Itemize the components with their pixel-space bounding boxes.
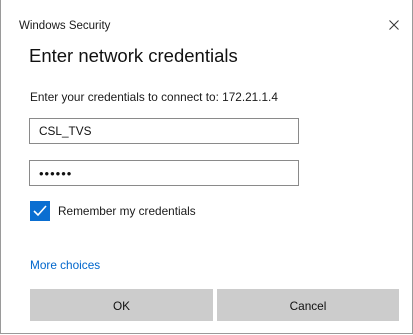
username-field-box [29,118,299,144]
cancel-button[interactable]: Cancel [217,289,399,321]
credentials-dialog: Windows Security Enter network credentia… [0,0,413,334]
checkbox-checked[interactable] [30,201,50,221]
password-field-box [29,160,299,186]
ok-button[interactable]: OK [30,289,213,321]
window-title: Windows Security [19,20,111,32]
password-input[interactable] [30,161,298,185]
dialog-description: Enter your credentials to connect to: 17… [30,90,278,104]
close-icon [389,20,399,30]
checkmark-icon [33,205,47,217]
title-bar: Windows Security [1,0,412,36]
username-input[interactable] [30,119,298,143]
remember-label: Remember my credentials [58,204,196,218]
dialog-heading: Enter network credentials [29,45,238,66]
more-choices-link[interactable]: More choices [30,258,100,272]
close-button[interactable] [382,14,406,36]
remember-credentials-checkbox[interactable]: Remember my credentials [30,200,196,222]
